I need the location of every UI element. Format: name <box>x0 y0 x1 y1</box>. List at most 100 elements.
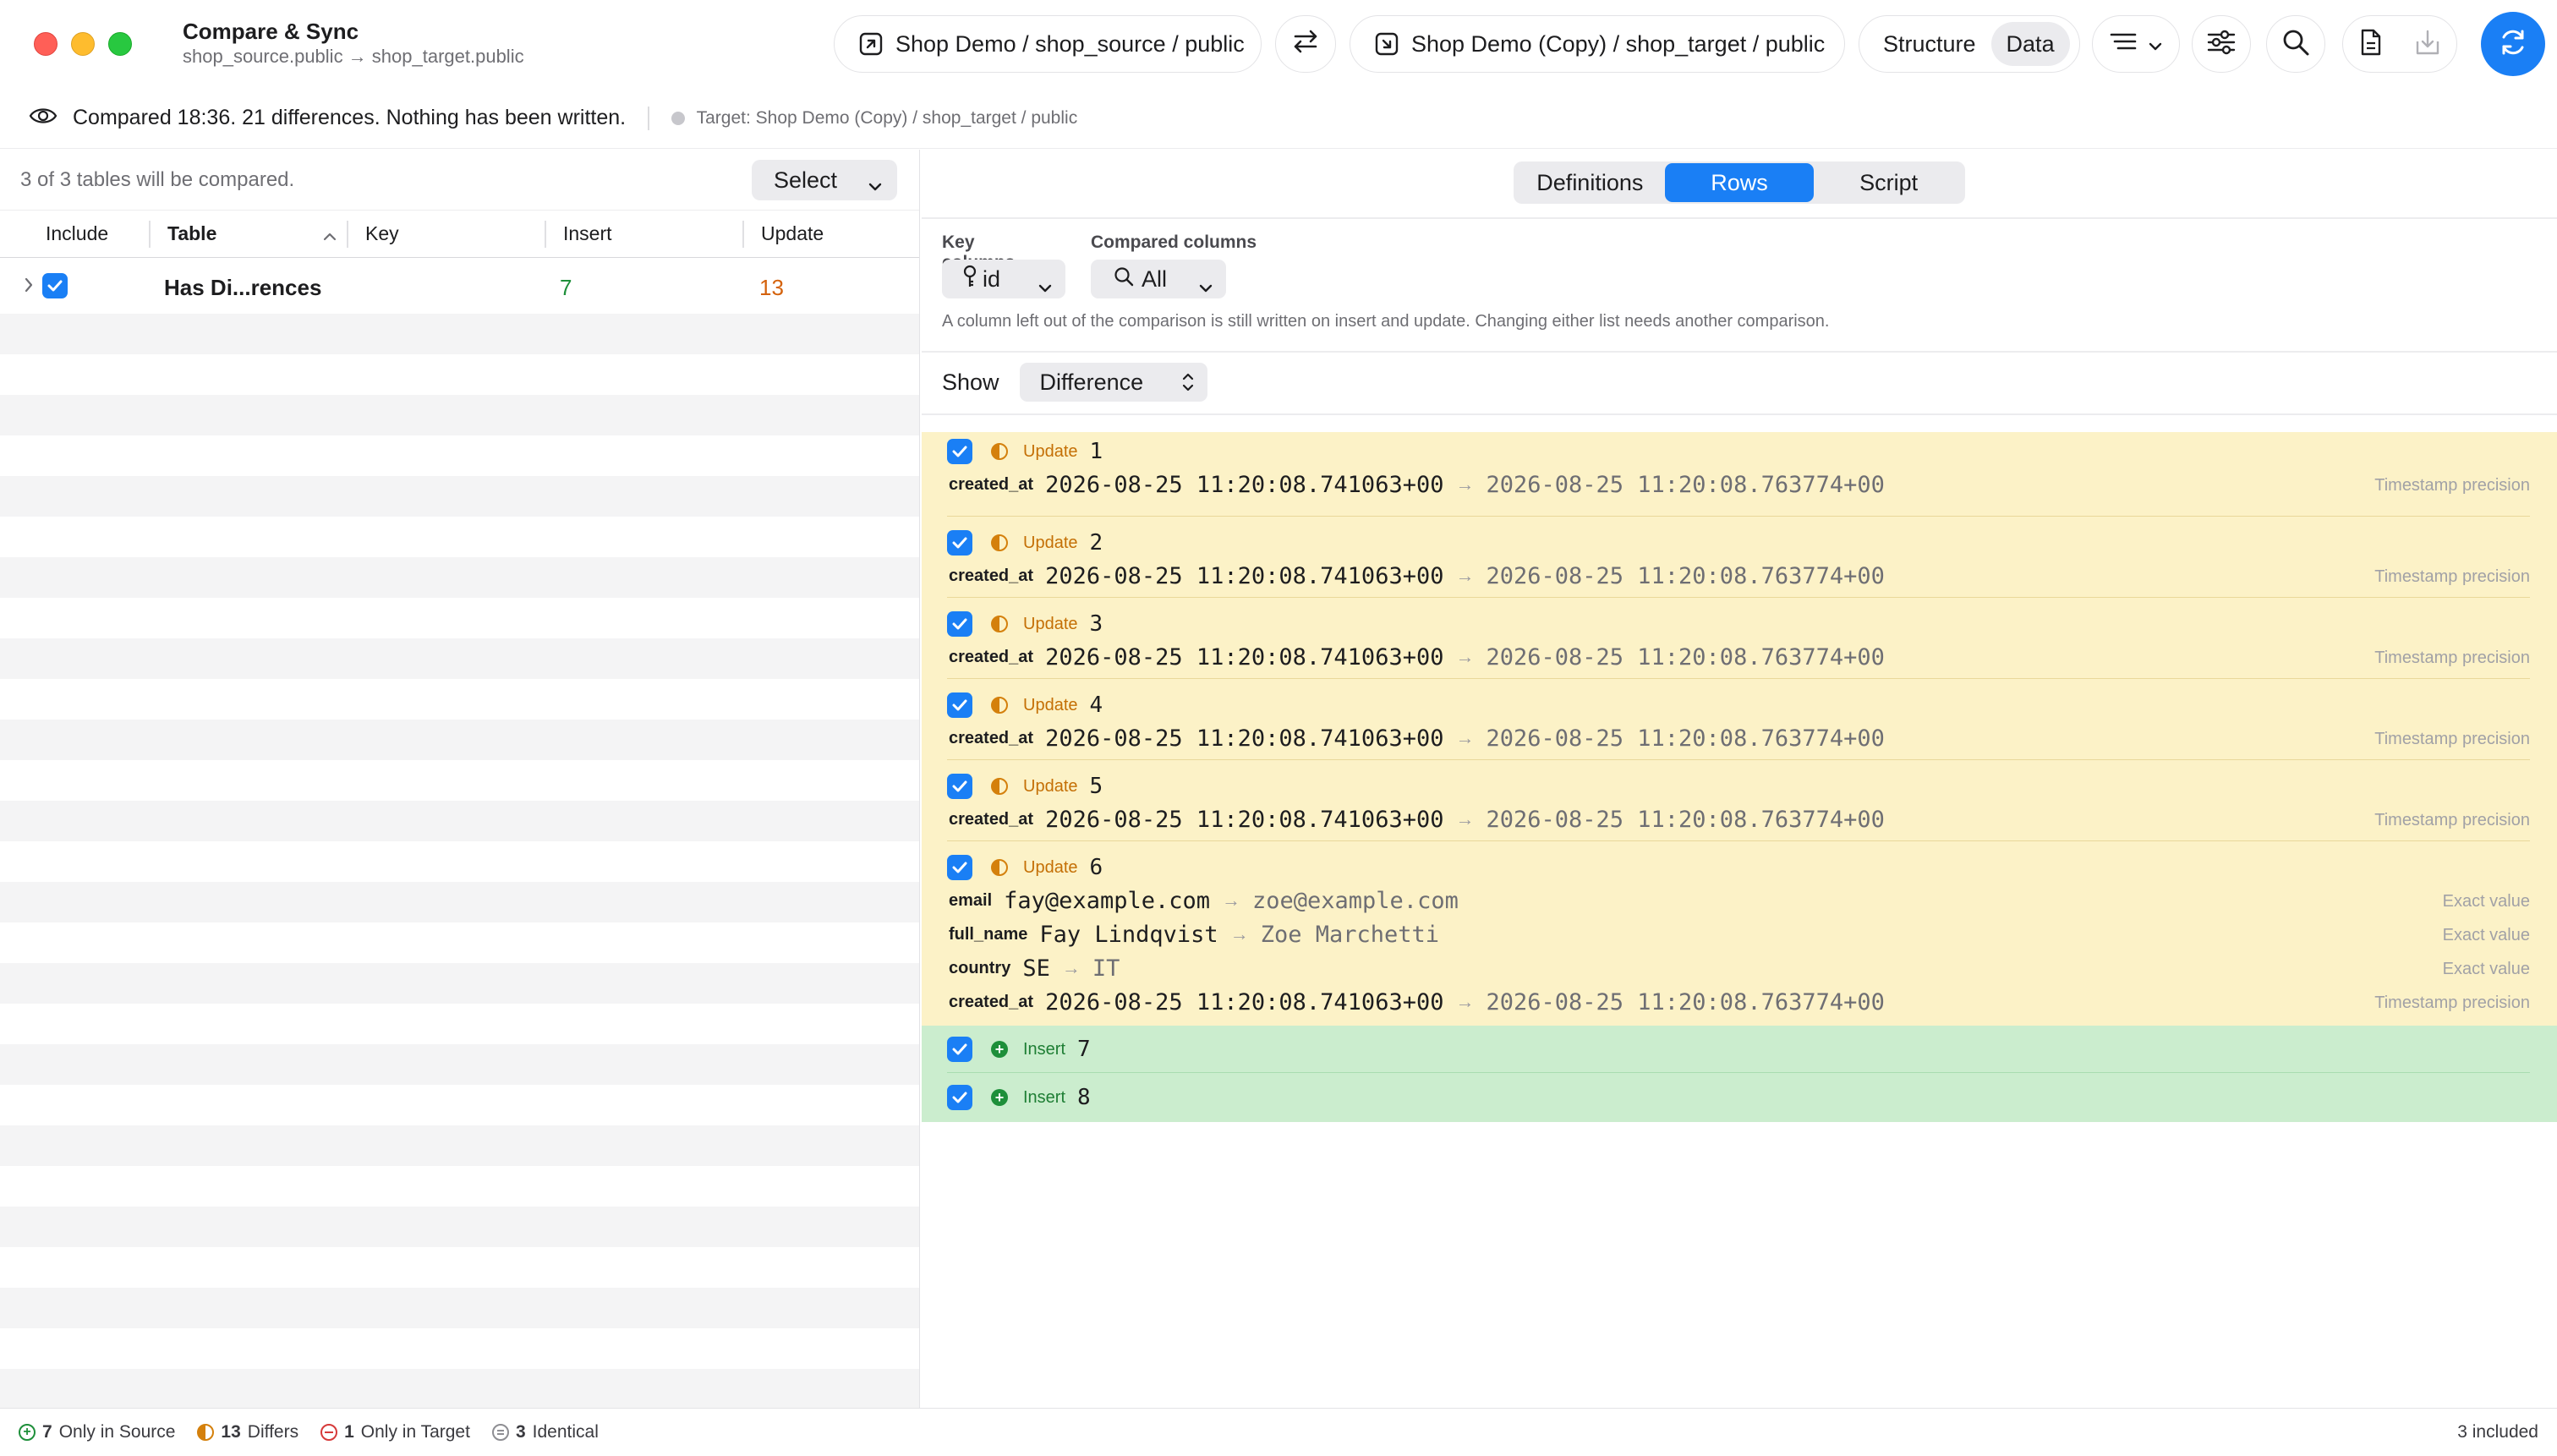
empty-row <box>0 395 919 435</box>
table-row[interactable]: Has Di...rences 7 13 <box>0 258 918 314</box>
settings-button[interactable] <box>2192 15 2251 73</box>
differs-label: Differs <box>247 1422 299 1442</box>
field-diff: created_at 2026-08-25 11:20:08.741063+00… <box>947 985 2557 1019</box>
source-connection-label: Shop Demo / shop_source / public <box>895 30 1245 57</box>
list-item: Update 2 created_at 2026-08-25 11:20:08.… <box>922 517 2557 598</box>
arrow-right-icon: → <box>1061 957 1081 978</box>
document-icon[interactable] <box>2359 28 2383 61</box>
compare-button[interactable] <box>2481 12 2545 76</box>
identical-label: Identical <box>532 1422 599 1442</box>
arrow-right-icon: → <box>1229 923 1249 944</box>
old-value: fay@example.com <box>1004 887 1210 914</box>
old-value: 2026-08-25 11:20:08.741063+00 <box>1045 643 1444 671</box>
list-item: Update 6 email fay@example.com → zoe@exa… <box>922 841 2557 1026</box>
table-name: Has Di...rences <box>164 275 322 300</box>
only-in-target-summary[interactable]: 1 Only in Target <box>320 1422 470 1442</box>
key-columns-dropdown[interactable]: id <box>942 260 1065 298</box>
old-value: 2026-08-25 11:20:08.741063+00 <box>1045 806 1444 833</box>
item-header: Update 1 <box>947 435 2557 468</box>
key-icon <box>962 265 977 294</box>
arrow-right-icon: → <box>1222 889 1240 911</box>
field-diff: created_at 2026-08-25 11:20:08.741063+00… <box>947 721 2557 755</box>
show-dropdown[interactable]: Difference <box>1019 363 1207 402</box>
column-divider[interactable] <box>545 221 546 248</box>
chevron-down-icon <box>1199 273 1213 299</box>
old-value: 2026-08-25 11:20:08.741063+00 <box>1045 562 1444 589</box>
refresh-icon <box>2496 25 2530 63</box>
tables-panel: 3 of 3 tables will be compared. Select I… <box>0 150 920 1408</box>
title-bar: Compare & Sync shop_source.public → shop… <box>0 0 2557 88</box>
list-item: + Insert 8 <box>922 1073 2557 1122</box>
tab-rows[interactable]: Rows <box>1664 163 1815 202</box>
empty-row <box>0 1085 919 1125</box>
chevron-down-icon <box>2149 31 2162 57</box>
column-divider[interactable] <box>742 221 744 248</box>
row-checkbox[interactable] <box>947 611 972 637</box>
open-in-icon <box>858 31 884 57</box>
change-kind: Update <box>1023 695 1078 714</box>
update-count: 13 <box>759 275 784 300</box>
swap-button[interactable] <box>1275 15 1336 73</box>
mode-data[interactable]: Data <box>1990 22 2070 66</box>
download-icon[interactable] <box>2414 28 2441 61</box>
row-checkbox[interactable] <box>947 439 972 464</box>
field-diff: created_at 2026-08-25 11:20:08.741063+00… <box>947 559 2557 593</box>
identical-summary[interactable]: 3 Identical <box>491 1422 599 1442</box>
search-button[interactable] <box>2266 15 2325 73</box>
source-connection-button[interactable]: Shop Demo / shop_source / public <box>834 15 1262 73</box>
row-checkbox[interactable] <box>947 774 972 799</box>
list-icon <box>2110 29 2144 60</box>
row-id: 4 <box>1089 692 1103 718</box>
divider <box>922 413 2557 415</box>
column-key[interactable]: Key <box>365 222 399 245</box>
mode-structure[interactable]: Structure <box>1868 22 1991 66</box>
column-include[interactable]: Include <box>46 222 108 245</box>
new-value: 2026-08-25 11:20:08.763774+00 <box>1486 806 1885 833</box>
view-options-button[interactable] <box>2092 15 2180 73</box>
only-in-source-summary[interactable]: + 7 Only in Source <box>19 1422 175 1442</box>
target-connection-button[interactable]: Shop Demo (Copy) / shop_target / public <box>1350 15 1845 73</box>
tab-definitions[interactable]: Definitions <box>1515 163 1665 202</box>
compare-mode: Timestamp precision <box>2374 730 2530 748</box>
empty-row <box>0 1328 919 1369</box>
column-divider[interactable] <box>149 221 151 248</box>
change-kind: Update <box>1023 776 1078 796</box>
chevron-down-icon <box>868 172 882 198</box>
key-columns-value: id <box>983 265 1001 292</box>
sliders-icon <box>2206 30 2237 59</box>
row-id: 3 <box>1089 611 1103 637</box>
include-checkbox[interactable] <box>42 273 68 298</box>
row-checkbox[interactable] <box>947 692 972 718</box>
tab-script[interactable]: Script <box>1814 163 1963 202</box>
item-header: Update 5 <box>947 770 2557 802</box>
row-checkbox[interactable] <box>947 1037 972 1062</box>
only-in-target-label: Only in Target <box>360 1422 470 1442</box>
disclosure-chevron-icon[interactable] <box>24 276 34 298</box>
zoom-window-button[interactable] <box>108 32 132 56</box>
empty-row <box>0 638 919 679</box>
differs-summary[interactable]: 13 Differs <box>197 1422 298 1442</box>
row-checkbox[interactable] <box>947 855 972 880</box>
arrow-right-icon: → <box>1455 565 1475 586</box>
summary-footer: + 7 Only in Source 13 Differs 1 Only in … <box>0 1408 2557 1456</box>
empty-row <box>0 1166 919 1207</box>
minimize-window-button[interactable] <box>71 32 95 56</box>
show-value: Difference <box>1039 369 1144 395</box>
column-table[interactable]: Table <box>167 222 216 245</box>
compared-columns-dropdown[interactable]: All <box>1091 260 1226 298</box>
arrow-right-icon: → <box>1455 646 1475 667</box>
close-window-button[interactable] <box>34 32 57 56</box>
column-divider[interactable] <box>347 221 348 248</box>
row-id: 2 <box>1089 530 1103 556</box>
status-line: Compared 18:36. 21 differences. Nothing … <box>0 88 2557 149</box>
item-header: Update 6 <box>947 851 2557 884</box>
row-checkbox[interactable] <box>947 530 972 556</box>
column-insert[interactable]: Insert <box>563 222 612 245</box>
column-update[interactable]: Update <box>761 222 824 245</box>
select-dropdown[interactable]: Select <box>752 160 897 200</box>
row-id: 1 <box>1089 439 1103 464</box>
tables-column-header: Include Table Key Insert Update <box>0 211 919 258</box>
empty-row <box>0 801 919 841</box>
row-checkbox[interactable] <box>947 1085 972 1110</box>
magnifier-icon <box>1113 265 1135 293</box>
